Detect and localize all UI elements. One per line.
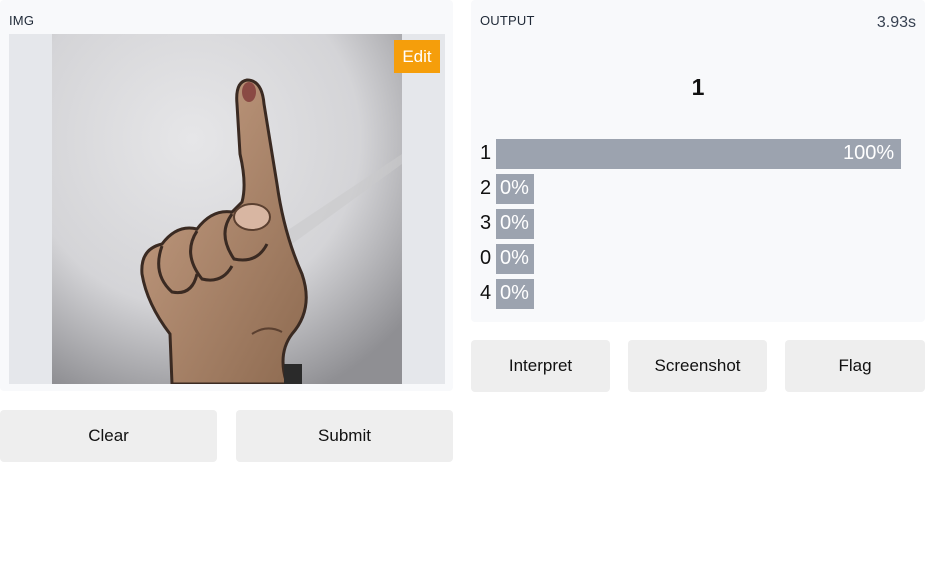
confidence-percent: 0% — [500, 212, 529, 234]
confidence-percent: 100% — [843, 142, 895, 164]
confidence-class: 2 — [480, 177, 492, 199]
screenshot-button[interactable]: Screenshot — [628, 340, 767, 392]
confidence-percent: 0% — [500, 177, 529, 199]
image-upload-area[interactable] — [9, 34, 445, 384]
confidence-row: 2 0% — [480, 174, 916, 204]
output-label: OUTPUT — [480, 13, 535, 28]
elapsed-time: 3.93s — [876, 14, 916, 31]
interpret-button[interactable]: Interpret — [471, 340, 610, 392]
confidence-row: 4 0% — [480, 279, 916, 309]
output-panel: OUTPUT 3.93s 1 1 100% 2 0% 3 0% 0 0% 4 0… — [471, 0, 925, 322]
confidence-row: 1 100% — [480, 139, 916, 169]
clear-button[interactable]: Clear — [0, 410, 217, 462]
confidence-percent: 0% — [500, 247, 529, 269]
confidence-row: 0 0% — [480, 244, 916, 274]
confidence-percent: 0% — [500, 282, 529, 304]
input-label: IMG — [9, 13, 35, 28]
input-panel: IMG Edit — [0, 0, 453, 391]
submit-button[interactable]: Submit — [236, 410, 453, 462]
confidence-row: 3 0% — [480, 209, 916, 239]
hand-one-finger-photo — [52, 34, 402, 384]
confidence-class: 4 — [480, 282, 492, 304]
flag-button[interactable]: Flag — [785, 340, 925, 392]
edit-button[interactable]: Edit — [394, 40, 440, 73]
confidence-bar — [496, 139, 901, 169]
confidence-class: 1 — [480, 142, 492, 164]
predicted-label: 1 — [691, 74, 705, 100]
confidence-class: 3 — [480, 212, 492, 234]
confidence-class: 0 — [480, 247, 492, 269]
